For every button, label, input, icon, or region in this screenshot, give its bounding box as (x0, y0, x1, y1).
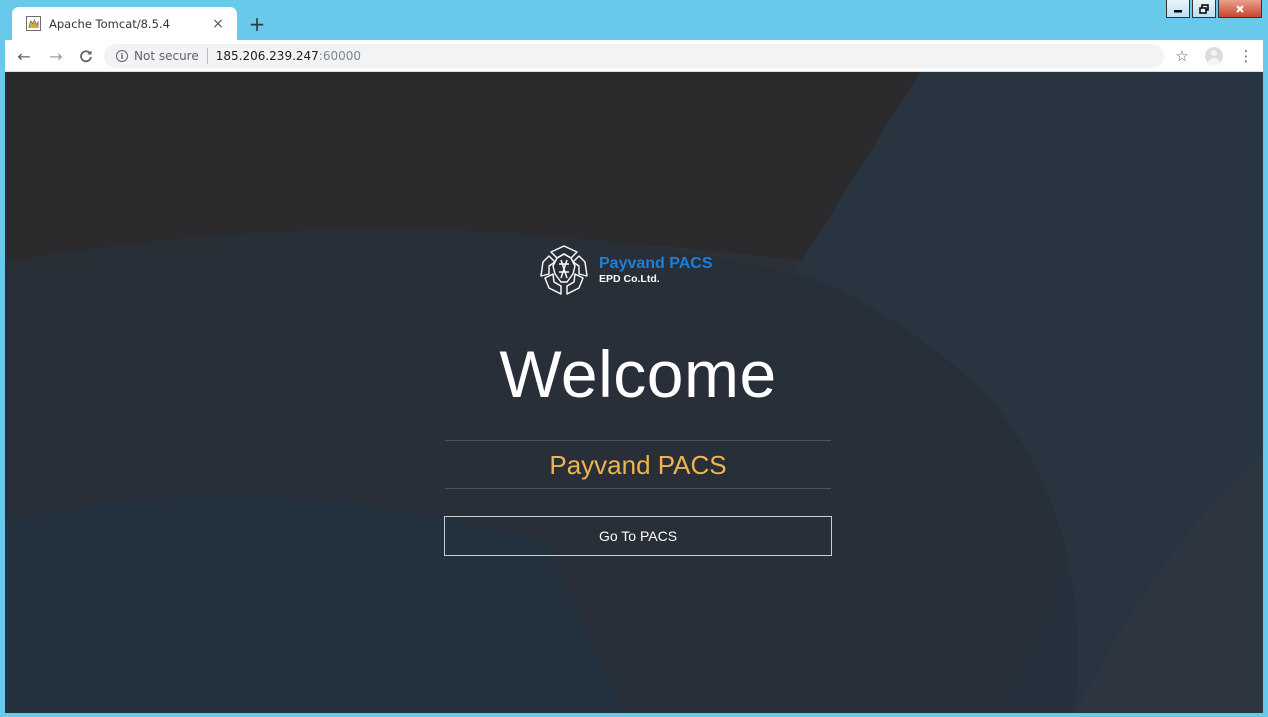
close-icon (1236, 4, 1244, 13)
tab-close-icon[interactable]: × (207, 13, 229, 35)
tomcat-favicon-icon (26, 16, 41, 31)
restore-button[interactable] (1192, 0, 1216, 18)
divider-bottom (445, 488, 831, 489)
close-window-button[interactable] (1218, 0, 1262, 18)
reload-icon (80, 50, 92, 63)
page-viewport: Payvand PACS EPD Co.Ltd. Welcome Payvand… (5, 72, 1263, 713)
minimize-button[interactable] (1166, 0, 1190, 18)
product-name: Payvand PACS (549, 450, 727, 480)
profile-icon (1205, 47, 1223, 65)
browser-toolbar: ← → i Not secure 185.206.239.247:60000 ☆… (0, 40, 1268, 72)
menu-kebab-icon[interactable]: ⋮ (1234, 44, 1258, 68)
reload-button[interactable] (74, 44, 98, 68)
divider-top (445, 440, 831, 441)
info-icon[interactable]: i (116, 50, 128, 62)
restore-icon (1199, 3, 1209, 14)
address-divider (206, 48, 208, 64)
url-host[interactable]: 185.206.239.247 (216, 49, 319, 63)
tab-strip: Apache Tomcat/8.5.4 × + (0, 0, 1268, 40)
go-to-pacs-label: Go To PACS (598, 528, 678, 544)
logo-product-name: Payvand PACS (599, 255, 713, 272)
logo-company-name: EPD Co.Ltd. (599, 273, 660, 285)
forward-button[interactable]: → (44, 44, 68, 68)
logo-text: Payvand PACS EPD Co.Ltd. (599, 255, 713, 285)
profile-button[interactable] (1202, 44, 1226, 68)
security-label[interactable]: Not secure (134, 49, 199, 63)
window-controls (1164, 0, 1262, 20)
bookmark-star-icon[interactable]: ☆ (1170, 44, 1194, 68)
company-logo: Payvand PACS EPD Co.Ltd. (537, 242, 713, 298)
back-button[interactable]: ← (12, 44, 36, 68)
browser-tab[interactable]: Apache Tomcat/8.5.4 × (12, 7, 237, 40)
new-tab-button[interactable]: + (245, 12, 269, 36)
forward-arrow-icon: → (49, 46, 63, 66)
tab-title: Apache Tomcat/8.5.4 (49, 16, 170, 31)
minimize-icon (1174, 9, 1182, 12)
address-bar[interactable]: i Not secure 185.206.239.247:60000 (104, 44, 1164, 68)
back-arrow-icon: ← (17, 46, 31, 66)
payvand-logo-icon (540, 245, 588, 295)
go-to-pacs-button[interactable]: Go To PACS (444, 516, 832, 556)
toolbar-actions: ☆ ⋮ (1162, 44, 1258, 68)
welcome-heading: Welcome (499, 337, 777, 411)
welcome-panel: Payvand PACS EPD Co.Ltd. Welcome Payvand… (5, 72, 1263, 713)
url-port[interactable]: :60000 (319, 49, 361, 63)
